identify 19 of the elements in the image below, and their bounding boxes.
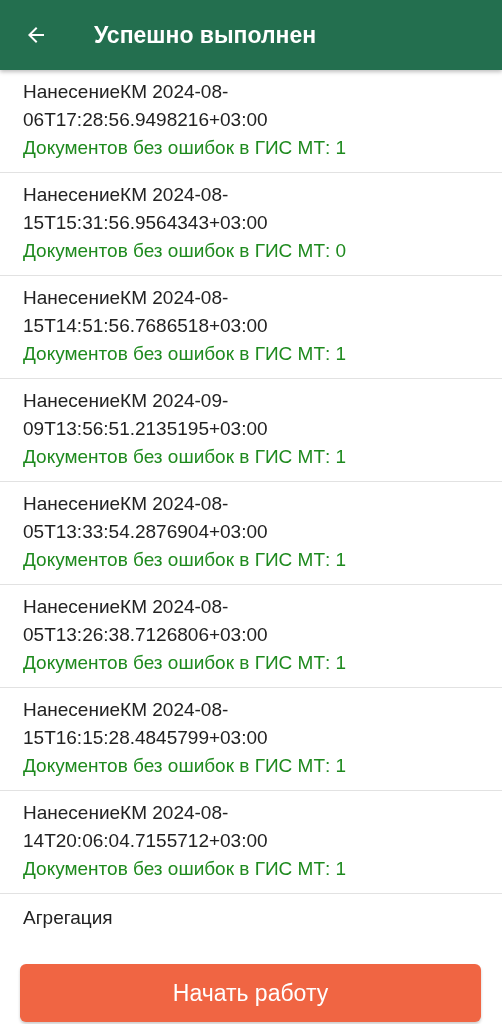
record-status: Документов без ошибок в ГИС МТ: 1 <box>23 445 348 469</box>
record-title: НанесениеКМ 2024-08-05T13:33:54.2876904+03:00 <box>23 492 269 544</box>
section-label: Агрегация <box>23 906 114 930</box>
record-title: НанесениеКМ 2024-08-15T16:15:28.4845799+03:00 <box>23 698 269 750</box>
screen-title: Успешно выполнен <box>94 21 317 49</box>
record-status: Документов без ошибок в ГИС МТ: 1 <box>23 548 348 572</box>
record-status: Документов без ошибок в ГИС МТ: 1 <box>23 754 348 778</box>
record-title: НанесениеКМ 2024-08-15T14:51:56.7686518+03:00 <box>23 286 269 338</box>
record-title: НанесениеКМ 2024-08-15T15:31:56.9564343+03:00 <box>23 183 269 235</box>
record-title: НанесениеКМ 2024-08-14T20:06:04.7155712+03:00 <box>23 801 269 853</box>
record-title: НанесениеКМ 2024-09-09T13:56:51.2135195+03:00 <box>23 389 269 441</box>
record-title: НанесениеКМ 2024-08-05T13:26:38.7126806+03:00 <box>23 595 269 647</box>
record-status: Документов без ошибок в ГИС МТ: 0 <box>23 239 348 263</box>
record-title: НанесениеКМ 2024-08-06T17:28:56.9498216+03:00 <box>23 80 269 132</box>
record-status: Документов без ошибок в ГИС МТ: 1 <box>23 136 348 160</box>
record-status: Документов без ошибок в ГИС МТ: 1 <box>23 857 348 881</box>
record-status: Документов без ошибок в ГИС МТ: 1 <box>23 651 348 675</box>
record-status: Документов без ошибок в ГИС МТ: 1 <box>23 342 348 366</box>
start-work-button[interactable]: Начать работу <box>20 964 481 1022</box>
